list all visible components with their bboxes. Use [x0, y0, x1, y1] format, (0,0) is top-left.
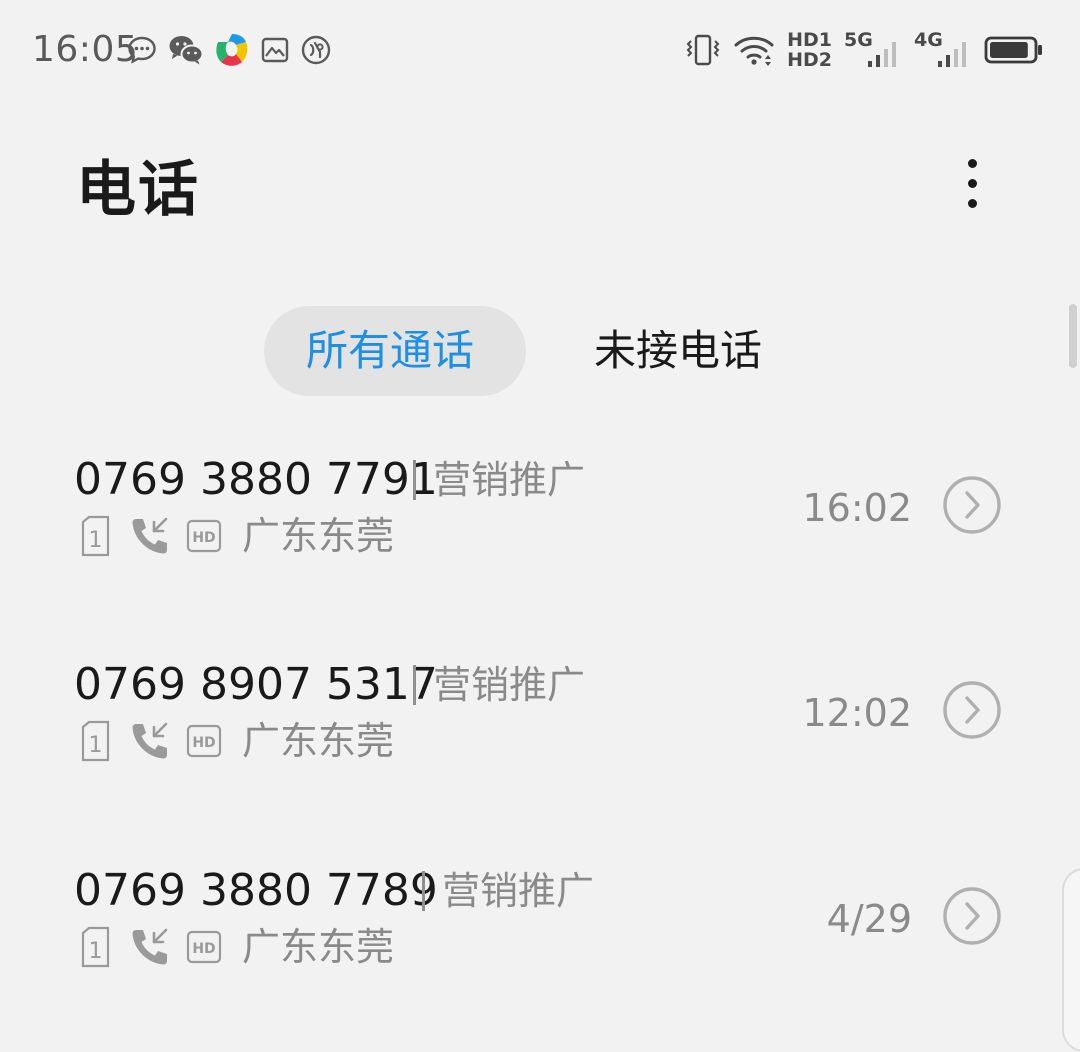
sim-1-icon: 1 [81, 515, 110, 557]
call-time: 4/29 [826, 897, 912, 941]
sim-number: 1 [89, 939, 103, 964]
incoming-call-icon [132, 928, 168, 965]
call-meta: 1 HD 广东东莞 [80, 717, 394, 765]
hd-badge-icon: HD [186, 519, 222, 553]
call-log-row[interactable]: 0769 8907 5317 营销推广 1 HD 广东东莞 12:02 [0, 635, 1060, 795]
sim-1-icon: 1 [81, 720, 110, 762]
hd-badge-label: HD [192, 530, 215, 546]
incoming-call-icon [132, 722, 168, 759]
call-time: 12:02 [802, 691, 912, 735]
sim-number: 1 [89, 733, 103, 758]
nfc-icon [301, 35, 331, 65]
call-log-row[interactable]: 0769 3880 7791 营销推广 1 HD 广东东莞 16:02 [0, 430, 1060, 590]
call-tag: 营销推广 [433, 663, 586, 707]
chat-bubble-icon [128, 36, 156, 64]
side-drawer-handle[interactable] [1062, 868, 1080, 1052]
status-bar: 16:05 HD1 HD2 5G 4G [0, 0, 1080, 100]
more-vertical-icon [967, 158, 977, 168]
gallery-icon [261, 37, 289, 63]
call-tabs: 所有通话 未接电话 [264, 306, 804, 396]
incoming-call-icon [132, 517, 168, 554]
call-meta: 1 HD 广东东莞 [80, 512, 394, 560]
chevron-right-circle-icon [943, 476, 1001, 534]
tab-missed-calls[interactable]: 未接电话 [552, 306, 804, 396]
signal-5g-icon: 5G [844, 31, 902, 69]
hd1-label: HD1 [787, 29, 832, 51]
notification-icons [126, 32, 332, 68]
hd-badge-icon: HD [186, 930, 222, 964]
hd-voice-icon: HD1 HD2 [787, 29, 832, 71]
wechat-icon [169, 36, 204, 65]
call-number: 0769 8907 5317 [74, 659, 438, 710]
separator [413, 460, 416, 500]
status-time: 16:05 [32, 29, 139, 70]
hd-badge-label: HD [192, 941, 215, 957]
call-location: 广东东莞 [242, 925, 395, 969]
hd-badge-label: HD [192, 735, 215, 751]
call-number: 0769 3880 7791 [74, 454, 438, 505]
hd-badge-icon: HD [186, 724, 222, 758]
colorful-app-icon [216, 34, 248, 66]
call-meta: 1 HD 广东东莞 [80, 923, 394, 971]
scrollbar-thumb[interactable] [1069, 304, 1077, 368]
call-location: 广东东莞 [242, 514, 395, 558]
separator [413, 665, 416, 705]
chevron-right-circle-icon [943, 887, 1001, 945]
call-number: 0769 3880 7789 [74, 865, 438, 916]
tab-all-calls[interactable]: 所有通话 [264, 306, 526, 396]
call-time: 16:02 [802, 486, 912, 530]
hd2-label: HD2 [787, 49, 832, 71]
call-detail-button[interactable] [942, 680, 1002, 740]
call-location: 广东东莞 [242, 719, 395, 763]
vibrate-icon [686, 34, 720, 66]
more-options-button[interactable] [948, 150, 996, 216]
call-detail-button[interactable] [942, 886, 1002, 946]
system-icons: HD1 HD2 5G 4G [685, 28, 1044, 72]
chevron-right-circle-icon [943, 681, 1001, 739]
signal-4g-icon: 4G [914, 31, 972, 69]
battery-icon [984, 36, 1042, 64]
more-vertical-icon-dot [967, 198, 977, 208]
call-log-row[interactable]: 0769 3880 7789 营销推广 1 HD 广东东莞 4/29 [0, 841, 1060, 1001]
more-vertical-icon-dot [967, 178, 977, 188]
wifi-icon [734, 36, 774, 66]
sim-number: 1 [89, 528, 103, 553]
call-detail-button[interactable] [942, 475, 1002, 535]
call-tag: 营销推广 [433, 458, 586, 502]
separator [422, 871, 425, 911]
sim-1-icon: 1 [81, 926, 110, 968]
page-title: 电话 [76, 155, 200, 225]
call-tag: 营销推广 [442, 869, 595, 913]
